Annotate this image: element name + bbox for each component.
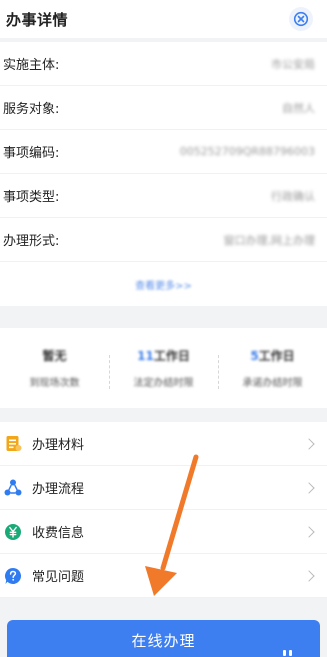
menu-item-materials[interactable]: 办理材料 bbox=[0, 422, 327, 466]
detail-label: 办理形式: bbox=[3, 234, 60, 249]
question-icon bbox=[4, 567, 22, 585]
close-icon bbox=[293, 11, 309, 27]
menu-item-process[interactable]: 办理流程 bbox=[0, 466, 327, 510]
see-more-link[interactable]: 查看更多>> bbox=[135, 277, 192, 292]
stat-value: 11工作日 bbox=[137, 349, 190, 363]
detail-value: 窗口办理,网上办理 bbox=[223, 233, 316, 247]
detail-row-target: 服务对象: 自然人 bbox=[0, 86, 327, 130]
more-row: 查看更多>> bbox=[0, 262, 327, 306]
menu-label: 办理流程 bbox=[32, 482, 85, 497]
chevron-right-icon bbox=[303, 525, 315, 538]
detail-label: 事项编码: bbox=[3, 146, 60, 161]
chevron-right-icon bbox=[303, 569, 315, 582]
detail-info-card: 实施主体: 市公安局 服务对象: 自然人 事项编码: 00525270​9QR8… bbox=[0, 42, 327, 306]
detail-value: 行政确认 bbox=[271, 189, 315, 203]
document-icon bbox=[4, 435, 22, 453]
page-header: 办事详情 bbox=[0, 0, 327, 38]
detail-label: 服务对象: bbox=[3, 102, 60, 117]
close-button[interactable] bbox=[289, 7, 313, 31]
detail-row-type: 事项类型: 行政确认 bbox=[0, 174, 327, 218]
detail-row-subject: 实施主体: 市公安局 bbox=[0, 42, 327, 86]
chevron-right-icon bbox=[303, 481, 315, 494]
stat-visits: 暂无 到现场次数 bbox=[0, 347, 109, 389]
detail-value: 自然人 bbox=[282, 101, 315, 115]
detail-row-form: 办理形式: 窗口办理,网上办理 bbox=[0, 218, 327, 262]
stat-promised-limit: 5工作日 承诺办结时限 bbox=[218, 347, 327, 389]
menu-label: 收费信息 bbox=[32, 526, 85, 541]
yen-icon bbox=[4, 523, 22, 541]
time-limit-stats: 暂无 到现场次数 11工作日 法定办结时限 5工作日 承诺办结时限 bbox=[0, 328, 327, 408]
stat-label: 法定办结时限 bbox=[133, 378, 194, 389]
chevron-right-icon bbox=[303, 437, 315, 450]
flow-icon bbox=[4, 479, 22, 497]
page-title: 办事详情 bbox=[6, 10, 69, 29]
detail-row-code: 事项编码: 00525270​9QR88796003 bbox=[0, 130, 327, 174]
stat-legal-limit: 11工作日 法定办结时限 bbox=[109, 347, 218, 389]
online-apply-label: 在线办理 bbox=[131, 632, 196, 650]
menu-item-fees[interactable]: 收费信息 bbox=[0, 510, 327, 554]
detail-value: 00525270​9QR88796003 bbox=[179, 145, 315, 158]
stat-label: 到现场次数 bbox=[29, 378, 80, 389]
stat-value: 5工作日 bbox=[250, 349, 295, 363]
menu-item-faq[interactable]: 常见问题 bbox=[0, 554, 327, 598]
detail-label: 实施主体: bbox=[3, 58, 60, 73]
menu-label: 常见问题 bbox=[32, 570, 85, 585]
detail-label: 事项类型: bbox=[3, 190, 60, 205]
detail-value: 市公安局 bbox=[271, 57, 315, 71]
stat-label: 承诺办结时限 bbox=[242, 378, 303, 389]
menu-label: 办理材料 bbox=[32, 438, 85, 453]
handle-icon bbox=[283, 650, 292, 656]
online-apply-button[interactable]: 在线办理 bbox=[7, 620, 320, 657]
stat-value: 暂无 bbox=[42, 349, 67, 363]
service-menu: 办理材料 办理流程 收费信息 常见问题 bbox=[0, 422, 327, 598]
